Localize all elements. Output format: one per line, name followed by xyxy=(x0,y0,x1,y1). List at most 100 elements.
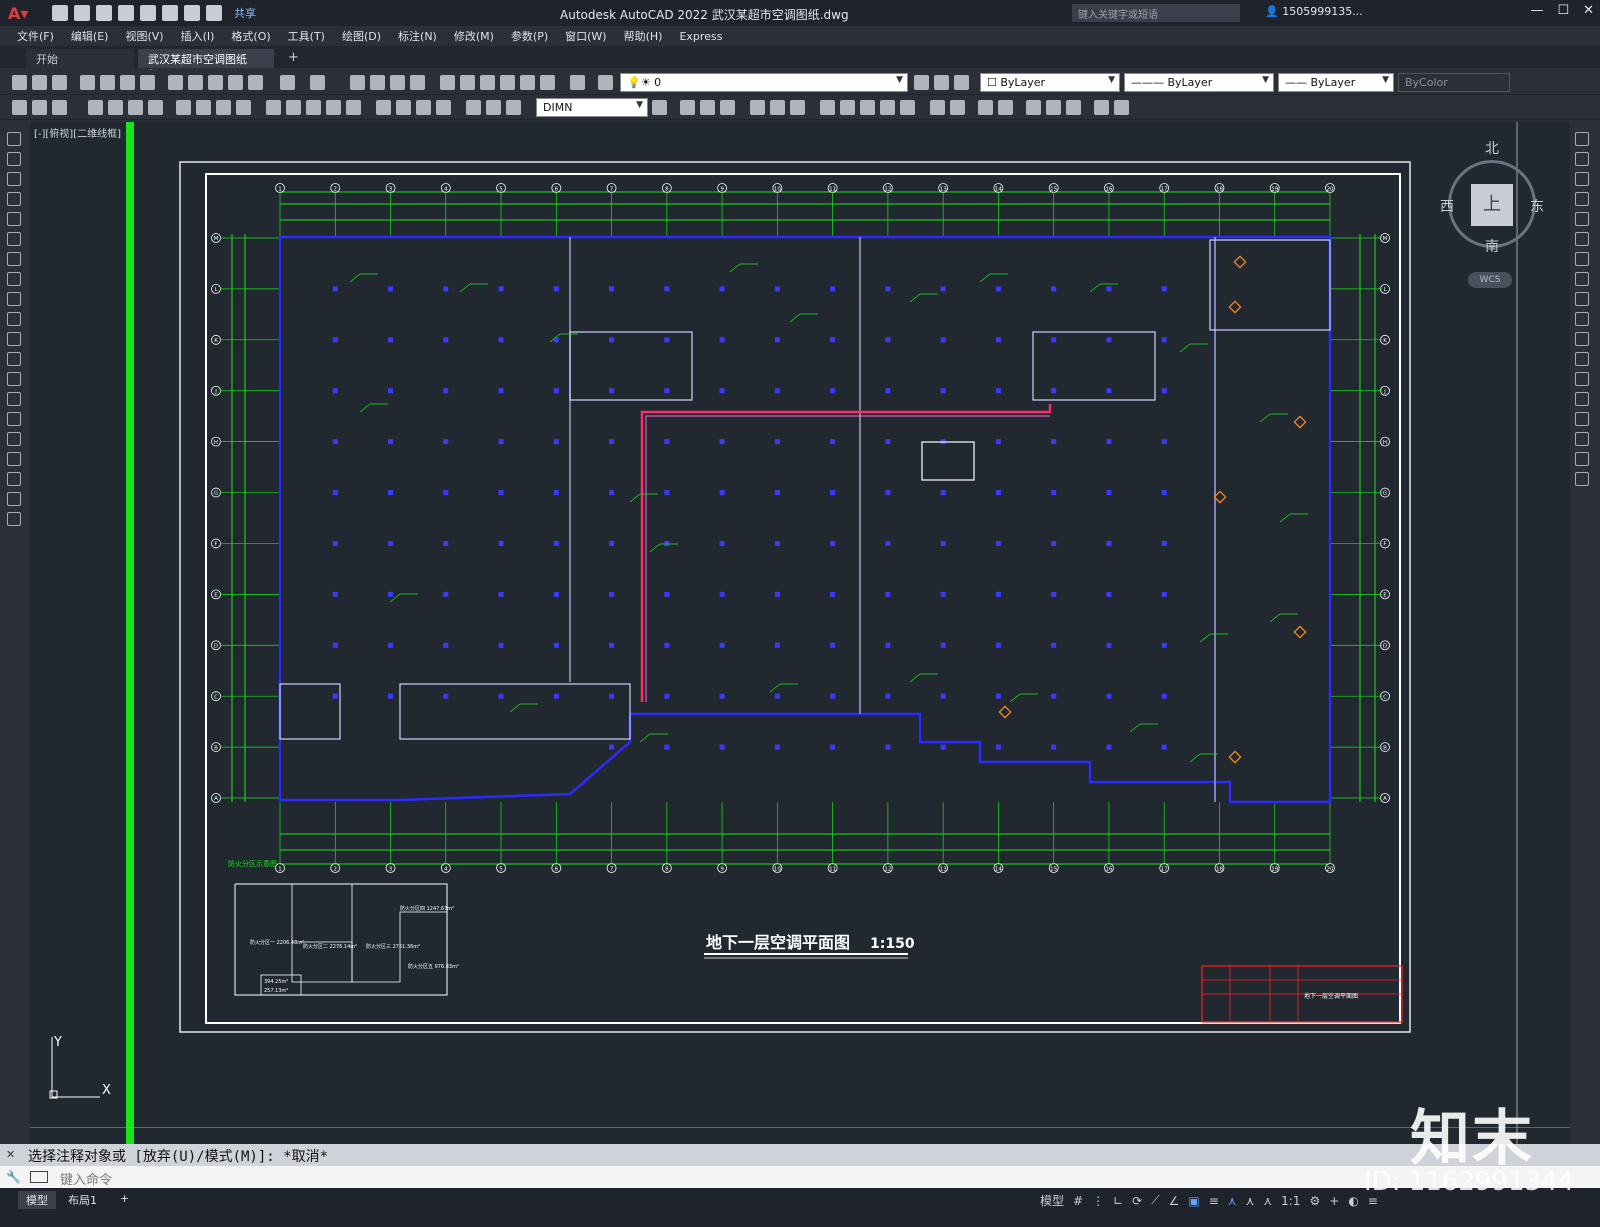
search-input[interactable]: 键入关键字或短语 xyxy=(1072,4,1240,22)
hatch-icon[interactable] xyxy=(7,412,21,426)
menu-tools[interactable]: 工具(T) xyxy=(288,28,325,44)
undo-icon[interactable] xyxy=(280,75,295,90)
layer-tool-icon[interactable] xyxy=(52,100,67,115)
modify-tool-icon[interactable] xyxy=(820,100,835,115)
modify-tool-icon[interactable] xyxy=(998,100,1013,115)
menu-insert[interactable]: 插入(I) xyxy=(181,28,215,44)
modify-tool-icon[interactable] xyxy=(1066,100,1081,115)
viewcube-south[interactable]: 南 xyxy=(1485,236,1499,256)
center-mark-icon[interactable] xyxy=(396,100,411,115)
redo-icon[interactable] xyxy=(206,5,222,21)
modify-tool-icon[interactable] xyxy=(1114,100,1129,115)
circle-icon[interactable] xyxy=(7,252,21,266)
zoom-realtime-icon[interactable] xyxy=(370,75,385,90)
ellipse-icon[interactable] xyxy=(7,312,21,326)
quick-dim-icon[interactable] xyxy=(266,100,281,115)
plotstyle-dropdown[interactable]: ByColor ▼ xyxy=(1398,73,1510,92)
dim-update-icon[interactable] xyxy=(506,100,521,115)
polar-icon[interactable]: ⟳ xyxy=(1132,1194,1142,1208)
arc-length-icon[interactable] xyxy=(128,100,143,115)
auto-scale-icon[interactable]: ⋏ xyxy=(1246,1194,1255,1208)
block-editor-icon[interactable] xyxy=(248,75,263,90)
modify-tool-icon[interactable] xyxy=(750,100,765,115)
publish-icon[interactable] xyxy=(140,75,155,90)
workspace-gear-icon[interactable]: ⚙ xyxy=(1309,1194,1320,1208)
save-icon[interactable] xyxy=(96,5,112,21)
layer-tool-icon[interactable] xyxy=(32,100,47,115)
sheet-set-icon[interactable] xyxy=(500,75,515,90)
add-layout-icon[interactable]: + xyxy=(112,1191,137,1206)
modify-tool-icon[interactable] xyxy=(900,100,915,115)
baseline-dim-icon[interactable] xyxy=(286,100,301,115)
save-as-icon[interactable] xyxy=(118,5,134,21)
publish-icon[interactable] xyxy=(140,5,156,21)
open-icon[interactable] xyxy=(74,5,90,21)
menu-view[interactable]: 视图(V) xyxy=(125,28,163,44)
zoom-previous-icon[interactable] xyxy=(410,75,425,90)
array-icon[interactable] xyxy=(1575,212,1589,226)
modify-tool-icon[interactable] xyxy=(950,100,965,115)
revision-cloud-icon[interactable] xyxy=(7,272,21,286)
rotate-icon[interactable] xyxy=(1575,252,1589,266)
new-icon[interactable] xyxy=(52,5,68,21)
undo-icon[interactable] xyxy=(184,5,200,21)
angular-dim-icon[interactable] xyxy=(236,100,251,115)
modify-tool-icon[interactable] xyxy=(1026,100,1041,115)
zoom-window-icon[interactable] xyxy=(390,75,405,90)
region-icon[interactable] xyxy=(7,452,21,466)
match-properties-icon[interactable] xyxy=(228,75,243,90)
new-icon[interactable] xyxy=(12,75,27,90)
jogged-linear-icon[interactable] xyxy=(436,100,451,115)
linear-dim-icon[interactable] xyxy=(88,100,103,115)
menu-window[interactable]: 窗口(W) xyxy=(565,28,606,44)
layer-previous-icon[interactable] xyxy=(934,75,949,90)
extend-icon[interactable] xyxy=(1575,332,1589,346)
join-icon[interactable] xyxy=(1575,392,1589,406)
modify-tool-icon[interactable] xyxy=(1046,100,1061,115)
aligned-dim-icon[interactable] xyxy=(108,100,123,115)
redo-icon[interactable] xyxy=(310,75,325,90)
quickcalc-icon[interactable] xyxy=(540,75,555,90)
command-input[interactable]: 键入命令 xyxy=(0,1166,1600,1188)
break-icon[interactable] xyxy=(1575,372,1589,386)
diameter-dim-icon[interactable] xyxy=(216,100,231,115)
trim-icon[interactable] xyxy=(1575,312,1589,326)
paste-icon[interactable] xyxy=(208,75,223,90)
modify-tool-icon[interactable] xyxy=(1094,100,1109,115)
modify-tool-icon[interactable] xyxy=(770,100,785,115)
explode-icon[interactable] xyxy=(1575,472,1589,486)
save-icon[interactable] xyxy=(52,75,67,90)
make-current-layer-icon[interactable] xyxy=(914,75,929,90)
annotation-visibility-icon[interactable]: ⋏ xyxy=(1228,1194,1237,1208)
menu-dimension[interactable]: 标注(N) xyxy=(398,28,437,44)
recent-commands-icon[interactable] xyxy=(30,1171,48,1183)
color-dropdown[interactable]: ☐ ByLayer ▼ xyxy=(980,73,1120,92)
minimize-icon[interactable]: — xyxy=(1530,3,1543,18)
mirror-icon[interactable] xyxy=(1575,172,1589,186)
continue-dim-icon[interactable] xyxy=(306,100,321,115)
modify-tool-icon[interactable] xyxy=(860,100,875,115)
dim-space-icon[interactable] xyxy=(326,100,341,115)
user-account[interactable]: 👤 1505999135... xyxy=(1265,5,1363,18)
modify-tool-icon[interactable] xyxy=(680,100,695,115)
cut-icon[interactable] xyxy=(168,75,183,90)
add-tab-icon[interactable]: + xyxy=(288,50,299,65)
jogged-dim-icon[interactable] xyxy=(196,100,211,115)
mtext-icon[interactable] xyxy=(7,492,21,506)
rectangle-icon[interactable] xyxy=(7,212,21,226)
open-icon[interactable] xyxy=(32,75,47,90)
gradient-icon[interactable] xyxy=(7,432,21,446)
point-icon[interactable] xyxy=(7,392,21,406)
menu-format[interactable]: 格式(O) xyxy=(231,28,270,44)
viewcube-west[interactable]: 西 xyxy=(1440,196,1454,216)
isodraft-icon[interactable]: ⟋ xyxy=(1151,1193,1159,1208)
blend-curves-icon[interactable] xyxy=(1575,452,1589,466)
dim-break-icon[interactable] xyxy=(346,100,361,115)
menu-file[interactable]: 文件(F) xyxy=(17,28,54,44)
wcs-menu[interactable]: WCS xyxy=(1468,272,1512,288)
menu-express[interactable]: Express xyxy=(679,30,722,43)
radius-dim-icon[interactable] xyxy=(176,100,191,115)
viewcube-east[interactable]: 东 xyxy=(1530,196,1544,216)
dim-edit-icon[interactable] xyxy=(466,100,481,115)
viewcube-top-face[interactable]: 上 xyxy=(1471,184,1513,226)
